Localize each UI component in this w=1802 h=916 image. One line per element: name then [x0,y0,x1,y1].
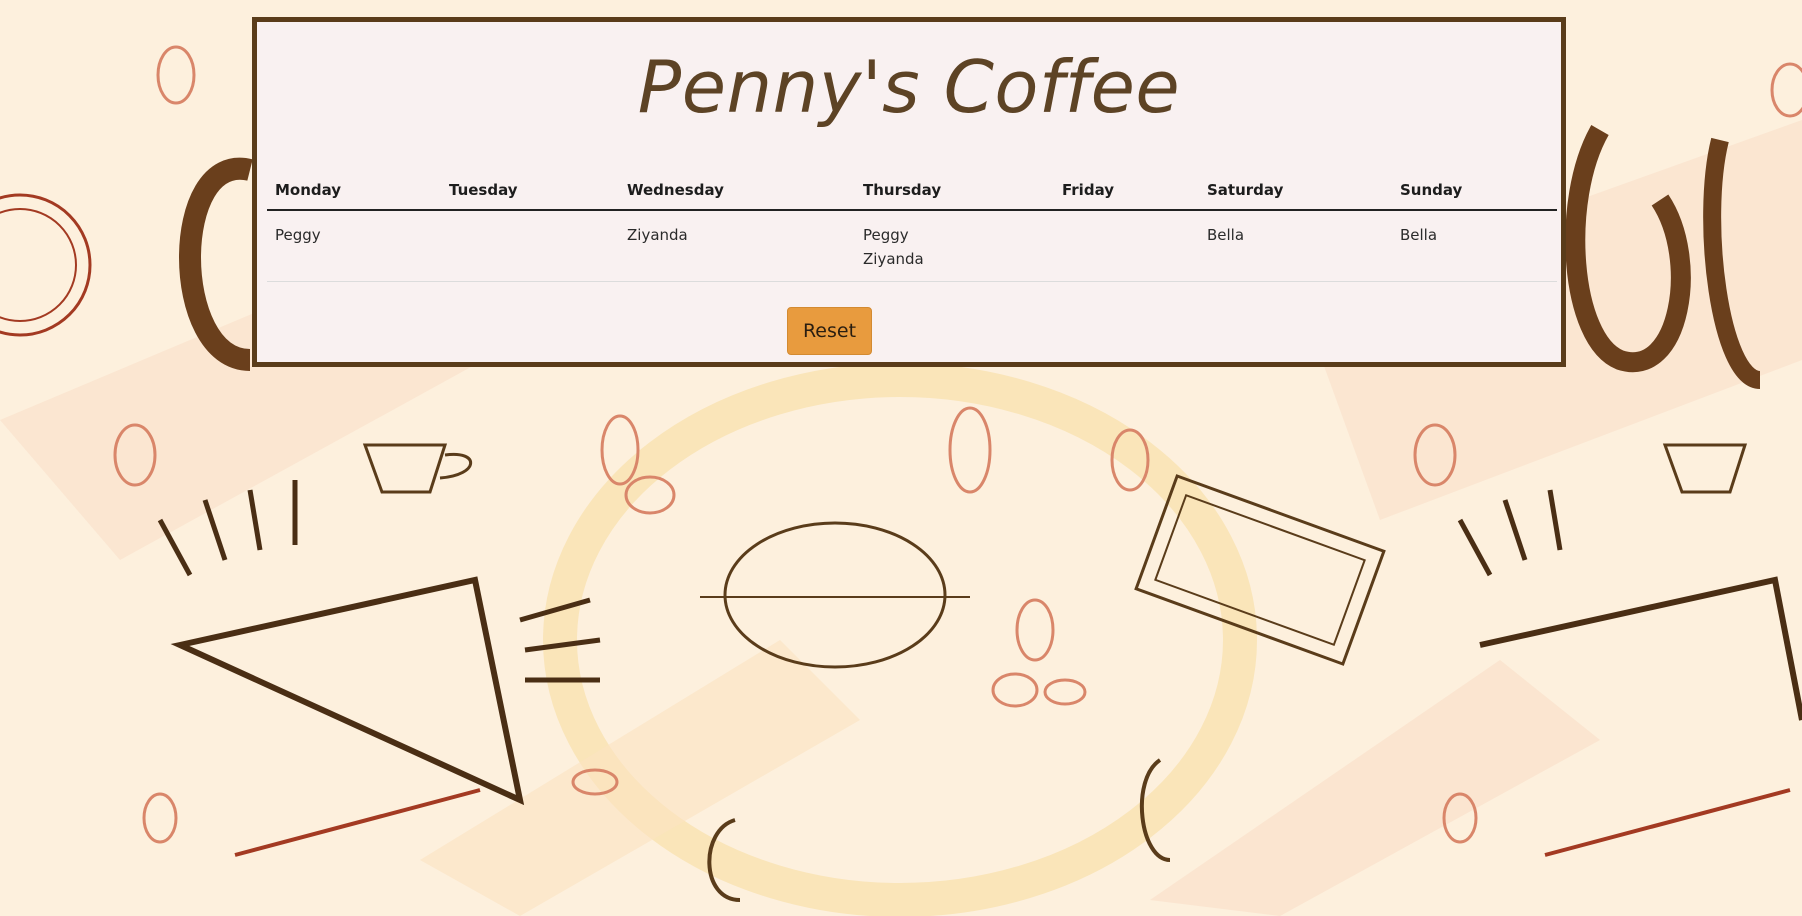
staff-name: Bella [1400,226,1438,244]
column-header-tuesday: Tuesday [441,169,619,211]
table-header-row: Monday Tuesday Wednesday Thursday Friday… [267,169,1557,211]
staff-name: Peggy [275,226,321,244]
column-header-wednesday: Wednesday [619,169,855,211]
cell-saturday: Bella [1199,210,1392,282]
cell-thursday: Peggy Ziyanda [855,210,1054,282]
column-header-friday: Friday [1054,169,1199,211]
column-header-saturday: Saturday [1199,169,1392,211]
staff-name: Bella [1207,226,1245,244]
schedule-card: Penny's Coffee Monday Tuesday Wednesday … [252,17,1566,367]
staff-name: Peggy [863,226,909,244]
reset-button[interactable]: Reset [787,307,872,355]
cell-tuesday [441,210,619,282]
column-header-monday: Monday [267,169,441,211]
cell-sunday: Bella [1392,210,1557,282]
staff-name: Ziyanda [863,250,924,268]
column-header-sunday: Sunday [1392,169,1557,211]
page-title: Penny's Coffee [637,45,1181,129]
schedule-table: Monday Tuesday Wednesday Thursday Friday… [267,169,1557,282]
cell-monday: Peggy [267,210,441,282]
column-header-thursday: Thursday [855,169,1054,211]
table-row: Peggy Ziyanda Peggy Ziyanda Bella Bella [267,210,1557,282]
cell-wednesday: Ziyanda [619,210,855,282]
cell-friday [1054,210,1199,282]
staff-name: Ziyanda [627,226,688,244]
